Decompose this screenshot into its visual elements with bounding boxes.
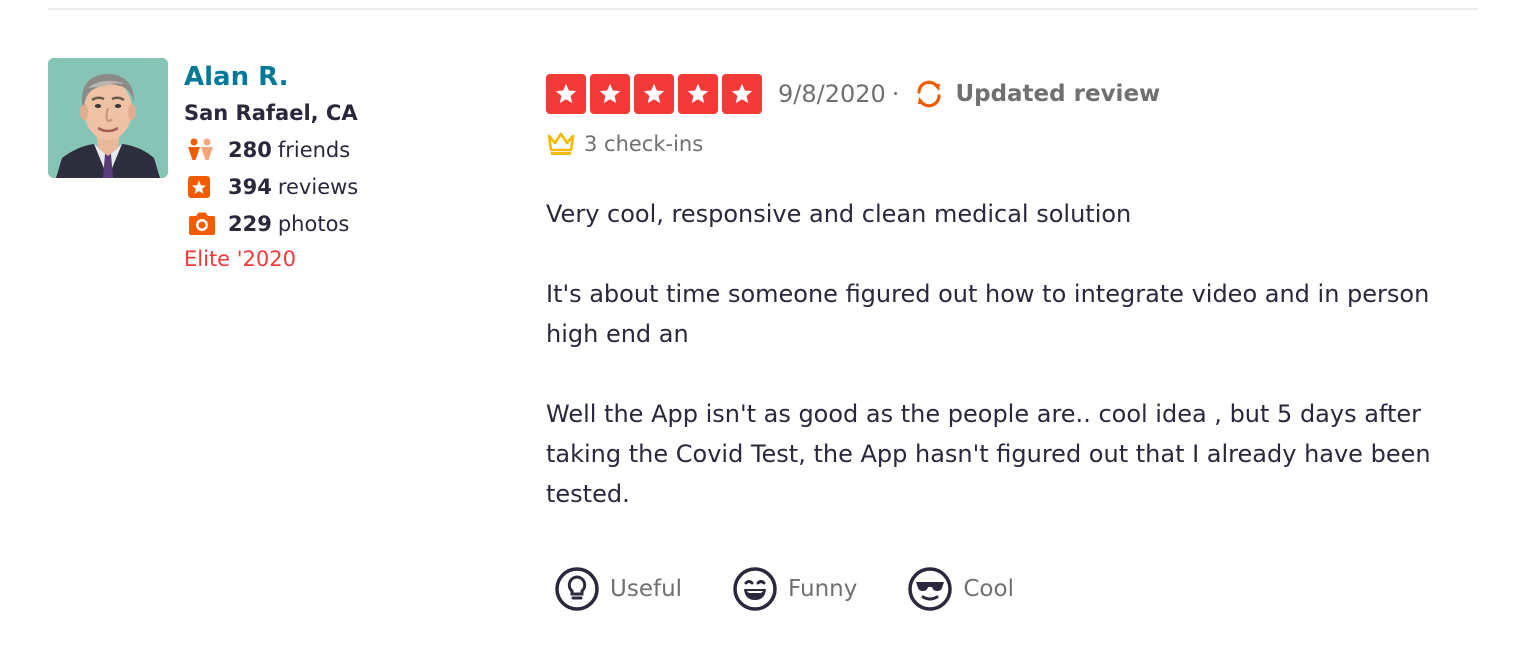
review-card: Alan R. San Rafael, CA 280 friends 394 r… xyxy=(0,0,1536,668)
friends-label: friends xyxy=(277,137,351,162)
funny-button[interactable]: Funny xyxy=(732,566,857,612)
avatar-illustration xyxy=(48,58,168,178)
divider xyxy=(48,8,1478,10)
meta-separator: · xyxy=(891,80,900,108)
photos-stat: 229 photos xyxy=(184,205,504,242)
friends-count: 280 xyxy=(228,137,272,162)
review-meta: 9/8/2020 · Updated review xyxy=(546,72,1446,116)
user-name-link[interactable]: Alan R. xyxy=(184,60,504,94)
camera-icon xyxy=(186,211,220,237)
reviews-stat: 394 reviews xyxy=(184,168,504,205)
refresh-icon xyxy=(913,78,945,110)
review-content: 9/8/2020 · Updated review 3 check-ins Ve… xyxy=(546,72,1446,514)
photos-label: photos xyxy=(277,211,350,236)
user-location: San Rafael, CA xyxy=(184,101,358,125)
review-paragraph: Very cool, responsive and clean medical … xyxy=(546,200,1132,228)
funny-label: Funny xyxy=(788,576,858,602)
crown-icon xyxy=(546,130,578,158)
cool-label: Cool xyxy=(963,576,1014,602)
cool-button[interactable]: Cool xyxy=(907,566,1014,612)
review-paragraph: It's about time someone figured out how … xyxy=(546,280,1430,348)
review-paragraph: Well the App isn't as good as the people… xyxy=(546,400,1431,508)
useful-button[interactable]: Useful xyxy=(554,566,682,612)
star-icon xyxy=(634,74,674,114)
lightbulb-icon xyxy=(555,567,599,611)
user-avatar[interactable] xyxy=(48,58,168,178)
star-rating xyxy=(546,74,762,114)
useful-label: Useful xyxy=(610,576,683,602)
reviews-count: 394 xyxy=(228,174,272,199)
user-info: Alan R. San Rafael, CA 280 friends 394 r… xyxy=(184,60,504,277)
star-icon xyxy=(678,74,718,114)
friends-icon xyxy=(186,137,220,163)
photos-count: 229 xyxy=(228,211,272,236)
checkins-count: 3 check-ins xyxy=(584,132,704,156)
star-icon xyxy=(590,74,630,114)
sunglasses-face-icon xyxy=(908,567,953,611)
review-date: 9/8/2020 xyxy=(778,80,886,108)
star-icon xyxy=(722,74,762,114)
friends-stat: 280 friends xyxy=(184,131,504,168)
updated-review-link[interactable]: Updated review xyxy=(955,81,1160,107)
star-icon xyxy=(546,74,586,114)
star-badge-icon xyxy=(186,174,220,200)
elite-badge-link[interactable]: Elite '2020 xyxy=(184,241,504,277)
reaction-buttons: Useful Funny Cool xyxy=(554,566,1064,612)
reviews-label: reviews xyxy=(277,174,359,199)
laughing-face-icon xyxy=(733,567,777,611)
checkins: 3 check-ins xyxy=(546,128,1446,160)
review-text: Very cool, responsive and clean medical … xyxy=(546,194,1436,514)
